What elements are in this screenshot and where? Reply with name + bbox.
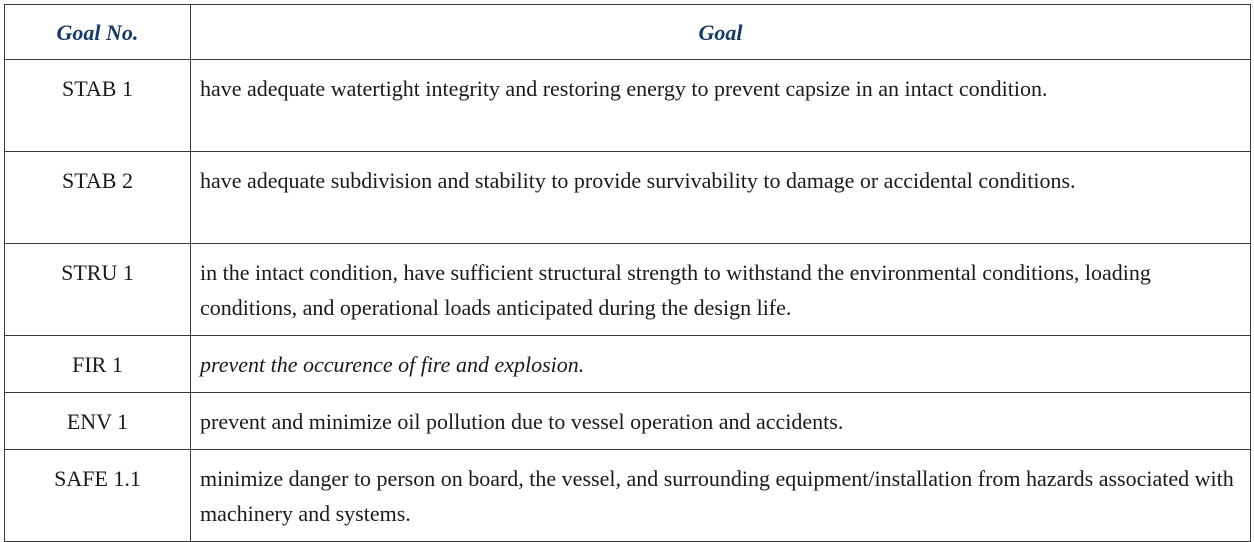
goal-text-cell: prevent and minimize oil pollution due t… — [190, 392, 1251, 450]
goal-number-cell: ENV 1 — [4, 392, 191, 450]
goal-number-cell: STAB 2 — [4, 151, 191, 244]
goal-text-cell: in the intact condition, have sufficient… — [190, 243, 1251, 336]
table-row: STAB 2 have adequate subdivision and sta… — [4, 151, 1251, 244]
goals-table: Goal No. Goal STAB 1 have adequate water… — [4, 4, 1251, 542]
goal-text-cell: have adequate watertight integrity and r… — [190, 59, 1251, 152]
goal-number-cell: STAB 1 — [4, 59, 191, 152]
table-row: STAB 1 have adequate watertight integrit… — [4, 59, 1251, 152]
table-row: ENV 1 prevent and minimize oil pollution… — [4, 392, 1251, 450]
header-goal-no: Goal No. — [4, 4, 191, 60]
header-row: Goal No. Goal — [4, 4, 1251, 60]
table-row: STRU 1 in the intact condition, have suf… — [4, 243, 1251, 336]
goal-number-cell: STRU 1 — [4, 243, 191, 336]
table-row: FIR 1 prevent the occurence of fire and … — [4, 335, 1251, 393]
goal-text-cell: have adequate subdivision and stability … — [190, 151, 1251, 244]
goal-number-cell: FIR 1 — [4, 335, 191, 393]
goal-text-cell: prevent the occurence of fire and explos… — [190, 335, 1251, 393]
header-goal: Goal — [190, 4, 1251, 60]
